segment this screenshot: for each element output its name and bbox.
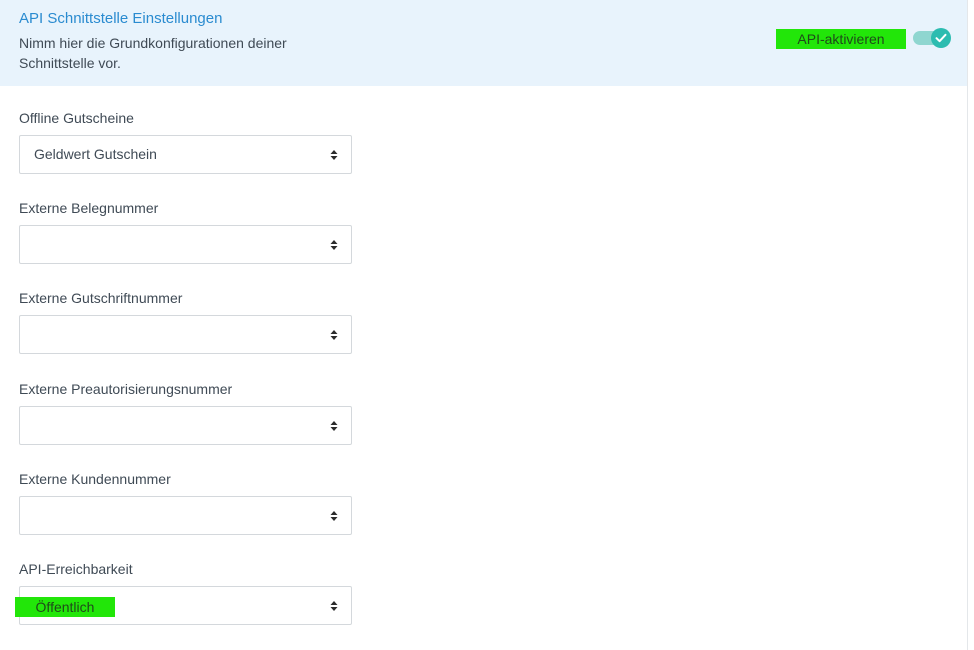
settings-header: API Schnittstelle Einstellungen Nimm hie… [0, 0, 967, 86]
external-credit-note-number-label: Externe Gutschriftnummer [19, 290, 183, 306]
sort-arrows-icon [330, 150, 338, 160]
external-receipt-number-select[interactable] [19, 225, 352, 264]
offline-vouchers-label: Offline Gutscheine [19, 110, 134, 126]
select-value: Geldwert Gutschein [34, 146, 157, 162]
check-icon [935, 33, 947, 43]
external-customer-number-label: Externe Kundennummer [19, 471, 171, 487]
external-receipt-number-label: Externe Belegnummer [19, 200, 159, 216]
api-reachability-value: Öffentlich [15, 597, 115, 617]
external-preauthorization-number-label: Externe Preautorisierungsnummer [19, 381, 233, 397]
toggle-knob [931, 28, 951, 48]
panel-border [967, 0, 968, 650]
sort-arrows-icon [330, 240, 338, 250]
sort-arrows-icon [330, 330, 338, 340]
api-activate-label[interactable]: API-aktivieren [776, 29, 906, 49]
offline-vouchers-select[interactable]: Geldwert Gutschein [19, 135, 352, 174]
external-preauthorization-number-select[interactable] [19, 406, 352, 445]
page-title: API Schnittstelle Einstellungen [19, 10, 223, 27]
api-settings-panel: API Schnittstelle Einstellungen Nimm hie… [0, 0, 967, 650]
sort-arrows-icon [330, 421, 338, 431]
sort-arrows-icon [330, 601, 338, 611]
sort-arrows-icon [330, 511, 338, 521]
external-credit-note-number-select[interactable] [19, 315, 352, 354]
api-reachability-label: API-Erreichbarkeit [19, 561, 133, 577]
api-activate-toggle[interactable] [913, 28, 951, 48]
external-customer-number-select[interactable] [19, 496, 352, 535]
page-description: Nimm hier die Grundkonfigurationen deine… [19, 35, 287, 71]
